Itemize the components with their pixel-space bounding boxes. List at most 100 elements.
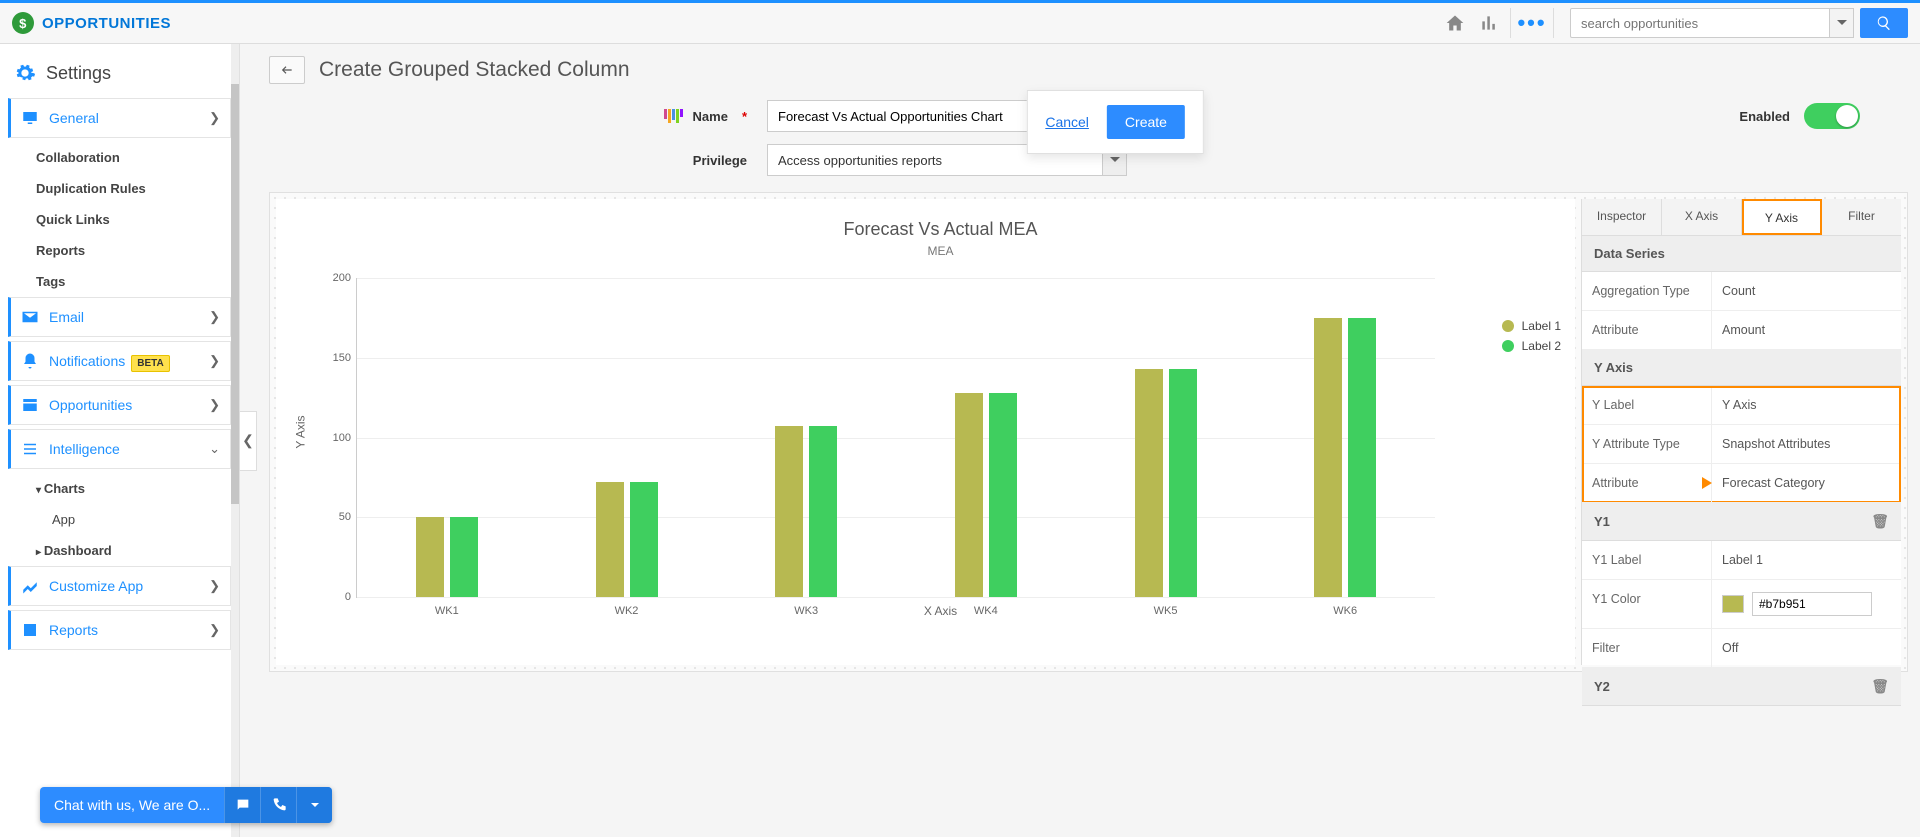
y-attr-value[interactable]: Forecast Category <box>1712 464 1901 502</box>
y-label-value[interactable]: Y Axis <box>1712 386 1901 424</box>
enabled-toggle[interactable] <box>1804 103 1860 129</box>
tab-inspector[interactable]: Inspector <box>1582 199 1662 235</box>
sidebar-sub-quicklinks[interactable]: Quick Links <box>8 204 231 235</box>
bar <box>450 517 478 597</box>
page-header: Create Grouped Stacked Column <box>257 56 1920 94</box>
sidebar-sub-dashboard[interactable]: Dashboard <box>8 535 231 566</box>
bar <box>809 426 837 597</box>
cancel-link[interactable]: Cancel <box>1045 114 1089 130</box>
bar-group: WK3 <box>716 278 896 597</box>
inspector-tabs: Inspector X Axis Y Axis Filter <box>1582 199 1901 236</box>
aggregation-type-value[interactable]: Count <box>1712 272 1901 310</box>
home-icon[interactable] <box>1438 6 1472 40</box>
highlighted-y-axis-group: Y LabelY Axis Y Attribute TypeSnapshot A… <box>1582 386 1901 503</box>
sidebar-collapse-handle[interactable]: ❮ <box>239 411 257 471</box>
x-axis-label: X Axis <box>326 604 1555 618</box>
bar <box>416 517 444 597</box>
inspector-panel: Inspector X Axis Y Axis Filter Data Seri… <box>1581 199 1901 665</box>
sidebar-sub-duplication[interactable]: Duplication Rules <box>8 173 231 204</box>
sidebar-sub-tags[interactable]: Tags <box>8 266 231 297</box>
report-icon <box>21 621 39 639</box>
sidebar-item-reports-bottom[interactable]: Reports ❯ <box>8 610 231 650</box>
more-menu[interactable]: ••• <box>1515 6 1549 40</box>
prop-key: Y1 Color <box>1582 580 1712 628</box>
required-marker: * <box>742 109 747 124</box>
bar-group: WK4 <box>896 278 1076 597</box>
sidebar-label: NotificationsBETA <box>49 353 209 369</box>
sidebar-label: Intelligence <box>49 441 209 457</box>
y-tick: 100 <box>323 432 351 444</box>
section-data-series: Data Series <box>1582 236 1901 272</box>
sidebar: Settings General ❯ Collaboration Duplica… <box>0 44 240 837</box>
chat-phone-icon[interactable] <box>260 787 296 823</box>
window-icon <box>21 396 39 414</box>
legend-item: Label 1 <box>1502 319 1561 333</box>
bar-chart-icon[interactable] <box>1472 6 1506 40</box>
divider <box>1553 8 1554 38</box>
search-input[interactable] <box>1570 8 1830 38</box>
name-label: Name <box>693 109 728 124</box>
y-tick: 150 <box>323 352 351 364</box>
tab-x-axis[interactable]: X Axis <box>1662 199 1742 235</box>
chat-message-icon[interactable] <box>224 787 260 823</box>
divider <box>1510 8 1511 38</box>
prop-key: Y Label <box>1582 386 1712 424</box>
create-button[interactable]: Create <box>1107 105 1185 139</box>
sidebar-item-intelligence[interactable]: Intelligence ⌄ <box>8 429 231 469</box>
filter-value[interactable]: Off <box>1712 629 1901 667</box>
bar <box>1314 318 1342 597</box>
legend-item: Label 2 <box>1502 339 1561 353</box>
legend-swatch <box>1502 320 1514 332</box>
chart-plot: 050100150200WK1WK2WK3WK4WK5WK6 <box>356 278 1435 598</box>
search <box>1570 8 1908 38</box>
y1-color-value[interactable] <box>1712 580 1901 628</box>
sidebar-scrollbar[interactable] <box>231 44 239 837</box>
privilege-label: Privilege <box>693 153 747 168</box>
x-tick: WK5 <box>1154 605 1178 617</box>
chart-title: Forecast Vs Actual MEA <box>326 219 1555 240</box>
bar <box>955 393 983 597</box>
search-button[interactable] <box>1860 8 1908 38</box>
tab-y-axis[interactable]: Y Axis <box>1742 199 1822 235</box>
sidebar-item-email[interactable]: Email ❯ <box>8 297 231 337</box>
search-dropdown[interactable] <box>1830 8 1854 38</box>
prop-key: Attribute <box>1582 464 1712 502</box>
chat-collapse-icon[interactable] <box>296 787 332 823</box>
prop-key: Y1 Label <box>1582 541 1712 579</box>
x-tick: WK4 <box>974 605 998 617</box>
sidebar-item-notifications[interactable]: NotificationsBETA ❯ <box>8 341 231 381</box>
section-y-axis: Y Axis <box>1582 350 1901 386</box>
y-attr-type-value[interactable]: Snapshot Attributes <box>1712 425 1901 463</box>
attribute-value[interactable]: Amount <box>1712 311 1901 349</box>
back-button[interactable] <box>269 56 305 84</box>
tab-filter[interactable]: Filter <box>1822 199 1901 235</box>
color-swatch[interactable] <box>1722 595 1744 613</box>
sidebar-sub-collaboration[interactable]: Collaboration <box>8 142 231 173</box>
sidebar-item-general[interactable]: General ❯ <box>8 98 231 138</box>
bar-group: WK5 <box>1076 278 1256 597</box>
sidebar-label: Opportunities <box>49 397 209 413</box>
chat-widget[interactable]: Chat with us, We are O... <box>40 787 332 823</box>
sidebar-item-customize[interactable]: Customize App ❯ <box>8 566 231 606</box>
prop-key: Aggregation Type <box>1582 272 1712 310</box>
chevron-right-icon: ❯ <box>209 622 220 638</box>
prop-key: Y Attribute Type <box>1582 425 1712 463</box>
sidebar-sub-charts[interactable]: Charts <box>8 473 231 504</box>
brand-label: OPPORTUNITIES <box>42 15 171 32</box>
prop-key: Filter <box>1582 629 1712 667</box>
sidebar-sub-app[interactable]: App <box>8 504 231 535</box>
color-input[interactable] <box>1752 592 1872 616</box>
sidebar-item-opportunities[interactable]: Opportunities ❯ <box>8 385 231 425</box>
legend-label: Label 1 <box>1522 319 1561 333</box>
bar-group: WK2 <box>537 278 717 597</box>
sidebar-sub-reports[interactable]: Reports <box>8 235 231 266</box>
bar <box>775 426 803 597</box>
beta-badge: BETA <box>131 355 169 372</box>
delete-y1-icon[interactable]: 🗑 <box>1871 513 1889 530</box>
y1-label-value[interactable]: Label 1 <box>1712 541 1901 579</box>
y-tick: 200 <box>323 272 351 284</box>
brand: $ OPPORTUNITIES <box>12 12 171 34</box>
chevron-right-icon: ❯ <box>209 309 220 325</box>
delete-y2-icon[interactable]: 🗑 <box>1871 678 1889 695</box>
bar <box>596 482 624 597</box>
